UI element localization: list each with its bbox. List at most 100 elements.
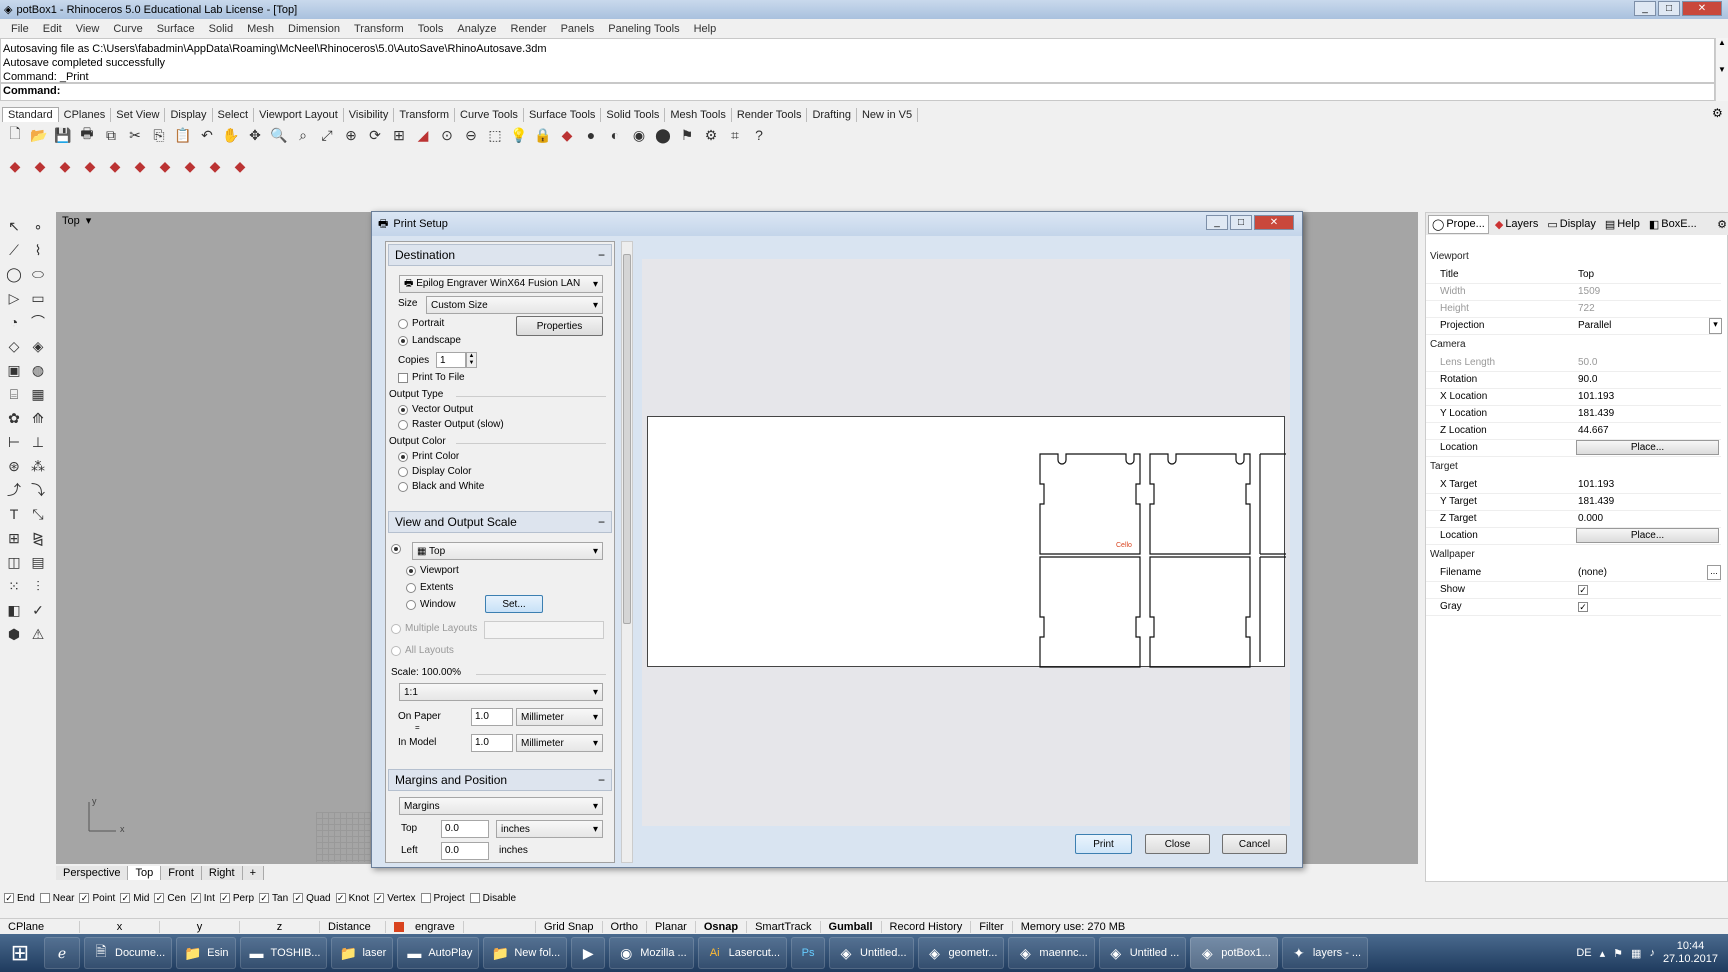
help-icon[interactable]: ? — [748, 124, 770, 146]
settings-scrollbar[interactable] — [621, 241, 633, 863]
paper-size-select[interactable]: Custom Size ▾ — [426, 296, 603, 314]
menu-paneling-tools[interactable]: Paneling Tools — [601, 23, 686, 35]
menu-solid[interactable]: Solid — [202, 23, 240, 35]
close-dialog-button[interactable]: Close — [1145, 834, 1210, 854]
tab-right[interactable]: Right — [201, 866, 243, 880]
tab-boxe[interactable]: ◧ BoxE... — [1646, 216, 1700, 233]
array-icon[interactable]: ⁙ — [4, 576, 24, 596]
scale-select[interactable]: 1:1 ▾ — [399, 683, 603, 701]
osnap-cen[interactable]: ✓ Cen — [154, 893, 186, 904]
tab-layers[interactable]: ◆ Layers — [1492, 216, 1542, 233]
camera-place-button[interactable]: Place... — [1576, 440, 1719, 455]
view-scale-header[interactable]: View and Output Scale − — [388, 511, 612, 533]
tab-cplanes[interactable]: CPlanes — [59, 108, 112, 122]
light-bulb-icon[interactable]: 💡 — [508, 124, 530, 146]
menu-render[interactable]: Render — [504, 23, 554, 35]
prop-value[interactable]: 0.000 — [1578, 513, 1603, 524]
margins-mode-select[interactable]: Margins ▾ — [399, 797, 603, 815]
loft-icon[interactable]: ◈ — [28, 336, 48, 356]
polygon-icon[interactable]: ▷ — [4, 288, 24, 308]
layer-icon[interactable]: ◆ — [556, 124, 578, 146]
flag-icon[interactable]: ⚑ — [676, 124, 698, 146]
gumball-toggle[interactable]: Gumball — [821, 920, 882, 933]
lock-icon[interactable]: 🔒 — [532, 124, 554, 146]
cut-icon[interactable]: ✂ — [124, 124, 146, 146]
menu-dimension[interactable]: Dimension — [281, 23, 347, 35]
settings-gear-icon[interactable]: ⚙ — [700, 124, 722, 146]
mesh-icon[interactable]: ▦ — [28, 384, 48, 404]
scale-icon[interactable]: ⤡ — [28, 504, 48, 524]
fillet-icon[interactable]: ⌒ — [28, 312, 48, 332]
tab-properties[interactable]: ◯ Prope... — [1428, 214, 1489, 234]
viewport-radio[interactable]: Viewport — [406, 565, 459, 576]
light-icon[interactable]: ⚠ — [28, 624, 48, 644]
current-layer[interactable]: engrave — [386, 920, 536, 933]
record-history-toggle[interactable]: Record History — [882, 920, 972, 933]
mirror-icon[interactable]: ⧎ — [28, 528, 48, 548]
taskbar-item[interactable]: ▬ AutoPlay — [397, 937, 480, 969]
left-margin-input[interactable]: 0.0 — [441, 842, 489, 860]
menu-mesh[interactable]: Mesh — [240, 23, 281, 35]
zoom-window-icon[interactable]: ⌕ — [292, 124, 314, 146]
landscape-radio[interactable]: Landscape — [398, 335, 461, 346]
pan-hand-icon[interactable]: ✋ — [220, 124, 242, 146]
box-plugin-icon[interactable]: ◆ — [104, 155, 126, 177]
select-arrow-icon[interactable]: ↖ — [4, 216, 24, 236]
menu-surface[interactable]: Surface — [150, 23, 202, 35]
prop-value[interactable]: Top — [1578, 269, 1594, 280]
osnap-near[interactable]: Near — [39, 893, 74, 904]
taskbar-item[interactable]: ◈ Untitled... — [829, 937, 914, 969]
osnap-perp[interactable]: ✓ Perp — [219, 893, 254, 904]
destination-header[interactable]: Destination − — [388, 244, 612, 266]
osnap-int[interactable]: ✓ Int — [190, 893, 215, 904]
prop-value[interactable]: 101.193 — [1578, 391, 1614, 402]
tab-display[interactable]: Display — [165, 108, 213, 122]
tab-front[interactable]: Front — [161, 866, 202, 880]
prop-value[interactable]: 101.193 — [1578, 479, 1614, 490]
properties-button[interactable]: Properties — [516, 316, 603, 336]
menu-transform[interactable]: Transform — [347, 23, 411, 35]
tab-transform[interactable]: Transform — [394, 108, 456, 122]
new-file-icon[interactable]: 🗋 — [4, 124, 26, 146]
viewport-menu-arrow-icon[interactable]: ▾ — [86, 214, 92, 227]
scrollbar-thumb[interactable] — [623, 254, 631, 624]
window-radio[interactable]: Window — [406, 599, 456, 610]
clock[interactable]: 10:44 27.10.2017 — [1663, 940, 1718, 966]
tab-visibility[interactable]: Visibility — [344, 108, 395, 122]
collapse-icon[interactable]: − — [598, 773, 605, 787]
view-select[interactable]: ▦ Top ▾ — [412, 542, 603, 560]
media-player-button[interactable]: ▶ — [571, 937, 606, 969]
box-plugin-icon[interactable]: ◆ — [154, 155, 176, 177]
hatch-icon[interactable]: ▤ — [28, 552, 48, 572]
minimize-button[interactable]: _ — [1634, 1, 1656, 16]
black-white-radio[interactable]: Black and White — [398, 481, 484, 492]
tab-surface-tools[interactable]: Surface Tools — [524, 108, 602, 122]
grid-snap-toggle[interactable]: Grid Snap — [536, 920, 603, 933]
collapse-icon[interactable]: − — [598, 248, 605, 262]
tab-drafting[interactable]: Drafting — [807, 108, 857, 122]
tab-set-view[interactable]: Set View — [111, 108, 166, 122]
browse-button[interactable]: ... — [1707, 565, 1721, 580]
select-filter-icon[interactable]: ⬚ — [484, 124, 506, 146]
move-view-icon[interactable]: ✥ — [244, 124, 266, 146]
osnap-tan[interactable]: ✓ Tan — [259, 893, 288, 904]
osnap-toggle[interactable]: Osnap — [696, 920, 748, 933]
rectangle-icon[interactable]: ▭ — [28, 288, 48, 308]
arc-icon[interactable]: ◔ — [4, 312, 24, 332]
language-indicator[interactable]: DE — [1576, 947, 1591, 959]
taskbar-item[interactable]: ◈ Untitled ... — [1098, 937, 1187, 969]
tab-top[interactable]: Top — [128, 866, 162, 880]
volume-icon[interactable]: ♪ — [1649, 947, 1655, 959]
photoshop-button[interactable]: Ps — [791, 937, 826, 969]
box-plugin-icon[interactable]: ◆ — [129, 155, 151, 177]
box-plugin-icon[interactable]: ◆ — [204, 155, 226, 177]
zoom-extents-icon[interactable]: ⤢ — [316, 124, 338, 146]
margins-header[interactable]: Margins and Position − — [388, 769, 612, 791]
point-icon[interactable]: ⊖ — [460, 124, 482, 146]
menu-tools[interactable]: Tools — [411, 23, 451, 35]
render-sphere-icon[interactable]: ● — [580, 124, 602, 146]
four-view-icon[interactable]: ⊞ — [388, 124, 410, 146]
copies-spinner[interactable]: ▲ ▼ — [466, 352, 477, 368]
chevron-down-icon[interactable]: ▾ — [1709, 318, 1722, 334]
gear-icon[interactable]: ⚙ — [1717, 218, 1727, 231]
